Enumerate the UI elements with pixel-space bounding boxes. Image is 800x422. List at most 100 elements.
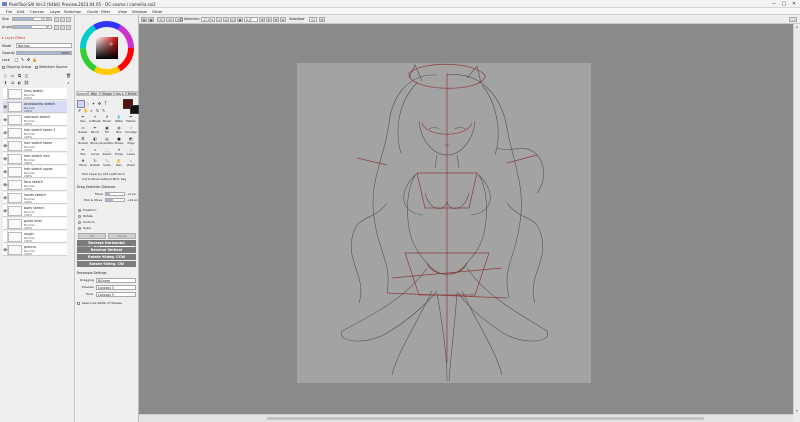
menu-guide[interactable]: Guide xyxy=(87,9,98,14)
canvas-list-button[interactable]: ▤ xyxy=(141,17,147,22)
layer-link-icon[interactable]: ⛓ xyxy=(24,80,29,85)
lock-transparency-icon[interactable]: □ xyxy=(14,57,19,62)
horizontal-scrollbar[interactable] xyxy=(139,414,793,422)
new-layer-icon[interactable]: ▯ xyxy=(3,73,8,78)
scale-radio[interactable] xyxy=(78,227,81,230)
pick-move-slider[interactable] xyxy=(105,198,125,202)
layer-item[interactable]: guide lines Normal 100% xyxy=(3,218,67,230)
scroll-down-icon[interactable]: ▾ xyxy=(795,409,799,413)
layer-item[interactable]: 👁 ground Normal 100% xyxy=(3,244,67,256)
menu-edit[interactable]: Edit xyxy=(17,9,24,14)
rotate-radio[interactable] xyxy=(78,215,81,218)
zoom-out-button[interactable] xyxy=(60,17,65,22)
rotate-ccw-toolbar-button[interactable]: ↺ xyxy=(259,17,265,22)
delete-layer-icon[interactable]: 🗑 xyxy=(66,73,71,78)
menu-filter[interactable]: Filter xyxy=(101,9,110,14)
ok-button[interactable]: OK xyxy=(78,233,106,239)
secondary-color-swatch[interactable] xyxy=(130,105,139,114)
menu-view[interactable]: View xyxy=(118,9,127,14)
zoom-in-button[interactable] xyxy=(54,17,59,22)
layer-item[interactable]: 👁 swimsuit sketch Normal 100% xyxy=(3,114,67,126)
copy-layer-icon[interactable]: ⧉ xyxy=(17,73,22,78)
rotate-ccw-button[interactable]: Rotate 90deg. CCW xyxy=(77,254,136,260)
tab-bdy[interactable]: Bdy xyxy=(88,91,100,96)
zoom-out-toolbar-button[interactable]: − xyxy=(216,17,222,22)
flip-canvas-button[interactable]: ⇋ xyxy=(280,17,286,22)
menu-canvas[interactable]: Canvas xyxy=(30,9,44,14)
eyedropper-icon[interactable]: ✐ xyxy=(77,108,82,113)
final-select[interactable]: Lanczos 3 xyxy=(96,292,136,297)
layer-item[interactable]: 👁 hair sketch lower 2 Normal 100% xyxy=(3,127,67,139)
rotate-reset-toolbar-button[interactable]: ⟲ xyxy=(273,17,279,22)
tool-smudge[interactable]: ☝ Smudge xyxy=(124,126,138,136)
rotate-tool-icon[interactable]: ↻ xyxy=(95,108,100,113)
tool-edge[interactable]: ◩ Edge xyxy=(124,137,138,147)
selection-add-button[interactable]: ▭ xyxy=(166,17,174,22)
layer-item[interactable]: 👁 body sketch Normal 100% xyxy=(3,205,67,217)
reverse-vertical-button[interactable]: Reverse Vertical xyxy=(77,247,136,253)
menu-selection[interactable]: Selection xyxy=(64,9,82,14)
stabilizer-dropdown-icon[interactable]: ▾ xyxy=(319,17,325,22)
merge-down-icon[interactable]: ⬇ xyxy=(3,80,8,85)
toolbar-menu-button[interactable]: ⋯ xyxy=(789,17,797,22)
pen-tool-icon[interactable]: ✎ xyxy=(101,108,106,113)
zoom-in-toolbar-button[interactable]: + xyxy=(223,17,229,22)
show-selection-checkbox[interactable] xyxy=(180,18,183,21)
vertical-scrollbar[interactable]: ▴ ▾ xyxy=(793,24,800,414)
tab-shape[interactable]: Shape xyxy=(100,91,114,96)
layer-item[interactable]: 👁 hands sketch Normal 100% xyxy=(3,192,67,204)
new-folder-icon[interactable]: ▭ xyxy=(10,73,15,78)
layer-mask-icon[interactable]: ◐ xyxy=(17,80,22,85)
zoom-fit-button[interactable]: □ xyxy=(230,17,236,22)
layer-item[interactable]: rough Normal 100% xyxy=(3,231,67,243)
lock-move-icon[interactable]: ✥ xyxy=(26,57,31,62)
lock-all-icon[interactable]: 🔒 xyxy=(32,57,37,62)
freeform-radio[interactable] xyxy=(78,209,81,212)
selection-tool-icon[interactable] xyxy=(77,100,85,108)
color-wheel[interactable] xyxy=(75,15,139,75)
magic-wand-icon[interactable]: ✦ xyxy=(91,101,96,106)
scroll-up-icon[interactable]: ▴ xyxy=(795,25,799,29)
rotate-reset-button[interactable] xyxy=(66,25,71,30)
angle-field[interactable]: 0.0° xyxy=(244,17,258,22)
layer-item[interactable]: 👁 hair sketch upper Normal 100% xyxy=(3,166,67,178)
layer-item-selected[interactable]: 👁 accessories sketch Normal 100% xyxy=(3,101,67,113)
zoom-reset-button[interactable] xyxy=(66,17,71,22)
tool-marker[interactable]: ✏ Marker xyxy=(124,115,138,125)
move-tool-icon[interactable]: ✥ xyxy=(97,101,102,106)
hand-tool-icon[interactable]: ✋ xyxy=(83,108,88,113)
lock-draw-icon[interactable]: ✎ xyxy=(20,57,25,62)
tool-vector-lasso[interactable]: ◌ Lasso xyxy=(124,148,138,158)
zoom-actual-button[interactable]: ▣ xyxy=(237,17,243,22)
layer-item[interactable]: 👁 face sketch Normal 100% xyxy=(3,179,67,191)
uniform-radio[interactable] xyxy=(78,221,81,224)
stabilizer-field[interactable]: S3 xyxy=(309,17,317,22)
tab-select[interactable]: Select xyxy=(76,91,88,96)
blend-mode-select[interactable]: Normal xyxy=(16,43,72,48)
rotate-cw-toolbar-button[interactable]: ↻ xyxy=(266,17,272,22)
tab-brset[interactable]: BrSet xyxy=(126,91,138,96)
layer-search-icon[interactable]: ⌕ xyxy=(66,80,71,85)
keep-line-width-checkbox[interactable] xyxy=(77,302,80,305)
layer-item[interactable]: 👁 hair sketch mid Normal 100% xyxy=(3,153,67,165)
lasso-icon[interactable]: ◌ xyxy=(85,101,90,106)
selection-mode-button[interactable]: ▭ xyxy=(157,17,165,22)
rotate-cw-button[interactable]: Rotate 90deg. CW xyxy=(77,261,136,267)
merge-visible-icon[interactable]: ⇊ xyxy=(10,80,15,85)
document-canvas[interactable] xyxy=(297,63,591,383)
reverse-horizontal-button[interactable]: Reverse Horizontal xyxy=(77,240,136,246)
rotate-right-button[interactable] xyxy=(60,25,65,30)
selection-source-checkbox[interactable] xyxy=(35,66,38,69)
text-tool-icon[interactable]: T xyxy=(103,101,108,106)
cut-move-option[interactable]: Cut & Move without Mod. Key xyxy=(82,177,126,181)
layer-item[interactable]: 👁 hair sketch lower Normal 100% xyxy=(3,140,67,152)
preview-select[interactable]: Lanczos 3 xyxy=(96,285,136,290)
clear-layer-icon[interactable]: ◫ xyxy=(24,73,29,78)
horizontal-scroll-thumb[interactable] xyxy=(267,417,704,420)
dragging-select[interactable]: Bilinear xyxy=(96,278,136,283)
zoom-field[interactable]: 17.0% xyxy=(201,17,215,22)
cancel-button[interactable]: Cancel xyxy=(108,233,136,239)
zoom-tool-icon[interactable]: ⌕ xyxy=(89,108,94,113)
tab-ins[interactable]: Ins 1 xyxy=(114,91,126,96)
move-distance-slider[interactable] xyxy=(105,192,125,196)
